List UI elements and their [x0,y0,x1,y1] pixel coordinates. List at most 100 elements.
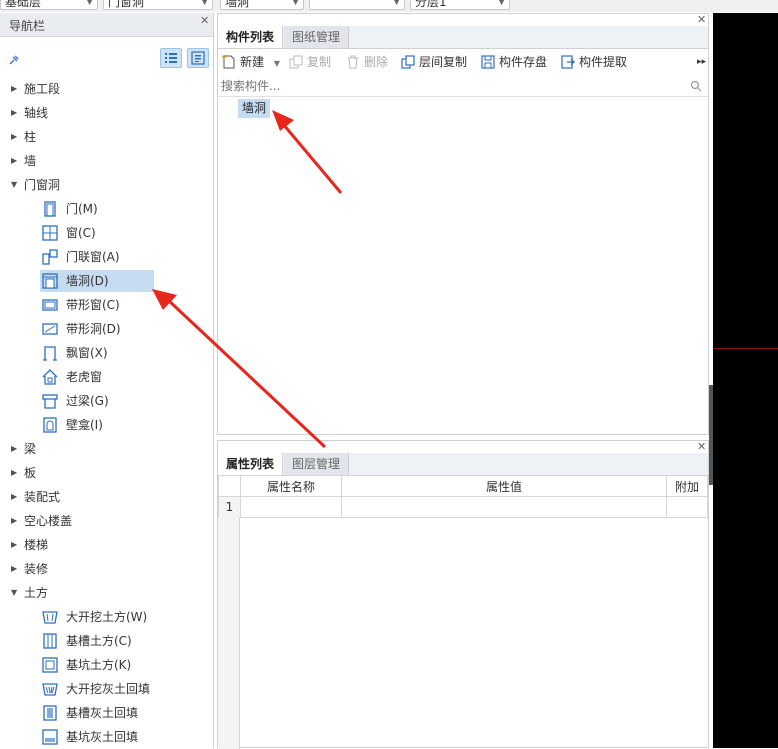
tree-item-axis[interactable]: ▶ 轴线 [0,102,213,124]
tree-item-wall[interactable]: ▶ 墙 [0,150,213,172]
extract-icon [561,55,575,69]
tree-item-label: 土方 [24,586,49,600]
tree-item-prefab[interactable]: ▶ 装配式 [0,486,213,508]
column-header-value: 属性值 [341,475,667,497]
component-list-item[interactable]: 墙洞 [238,99,271,118]
type-select[interactable]: 墙洞 ▼ [220,0,304,10]
expand-arrow-icon[interactable]: ▶ [11,510,17,532]
tab-drawing-management[interactable]: 图纸管理 [284,26,350,48]
category-select-value: 门窗洞 [108,0,145,9]
expand-arrow-icon[interactable]: ▶ [11,102,17,124]
tree-item-window[interactable]: 窗(C) [0,222,213,244]
drawing-canvas[interactable] [713,13,778,748]
save-component-button[interactable]: 构件存盘 [481,51,547,73]
floor-copy-button[interactable]: 层间复制 [401,51,467,73]
tree-item-decoration[interactable]: ▶ 装修 [0,558,213,580]
tab-component-list[interactable]: 构件列表 [218,26,284,48]
tree-item-dormer-window[interactable]: 老虎窗 [0,366,213,388]
close-icon[interactable]: ✕ [200,14,209,27]
collapse-arrow-icon[interactable]: ▼ [11,174,17,196]
property-name-cell[interactable] [240,496,342,518]
collapse-arrow-icon[interactable]: ▼ [11,582,17,604]
trench-backfill-icon [43,705,57,721]
expand-arrow-icon[interactable]: ▶ [11,558,17,580]
list-view-button[interactable] [160,48,182,68]
pin-icon[interactable] [8,54,20,66]
row-header-column [218,517,240,749]
tree-item-hollow-floor[interactable]: ▶ 空心楼盖 [0,510,213,532]
search-icon[interactable] [690,80,702,92]
property-table-header: 属性名称 属性值 附加 [218,475,708,497]
tree-item-beam[interactable]: ▶ 梁 [0,438,213,460]
new-button[interactable]: 新建 ▼ [222,51,280,73]
property-value-cell[interactable] [341,496,667,518]
tree-item-door-window[interactable]: 门联窗(A) [0,246,213,268]
extract-component-button[interactable]: 构件提取 [561,51,627,73]
tab-layer-management[interactable]: 图层管理 [284,453,350,475]
detail-view-icon [191,51,205,65]
tree-item-niche[interactable]: 壁龛(I) [0,414,213,436]
copy-button[interactable]: 复制 [289,51,331,73]
tree-item-strip-window[interactable]: 带形窗(C) [0,294,213,316]
panel-splitter-handle[interactable] [709,385,713,485]
chevron-down-icon[interactable]: ▼ [274,59,280,68]
expand-arrow-icon[interactable]: ▶ [11,78,17,100]
tree-item-stairs[interactable]: ▶ 楼梯 [0,534,213,556]
tree-item-openings[interactable]: ▼ 门窗洞 [0,174,213,196]
tree-item-excavation[interactable]: 大开挖土方(W) [0,606,213,628]
tree-item-trench-backfill[interactable]: 基槽灰土回填 [0,702,213,724]
property-extra-cell[interactable] [666,496,708,518]
tree-item-label: 基槽土方(C) [66,634,132,648]
component-list-panel: ✕ 构件列表 图纸管理 新建 ▼ 复制 删除 层间复制 构件存盘 构件提取 ▸▸… [217,13,709,435]
niche-icon [43,417,57,433]
tree-item-wall-opening[interactable]: 墙洞(D) [0,270,213,292]
component-search-input[interactable] [221,78,681,94]
tree-item-label: 门联窗(A) [66,250,120,264]
expand-arrow-icon[interactable]: ▶ [11,486,17,508]
property-tab-strip: 属性列表 图层管理 [218,453,708,476]
close-icon[interactable]: ✕ [697,440,706,453]
expand-arrow-icon[interactable]: ▶ [11,534,17,556]
lintel-icon [42,394,58,409]
tree-item-earthwork[interactable]: ▼ 土方 [0,582,213,604]
tab-property-list[interactable]: 属性列表 [218,453,284,475]
tree-item-excavation-backfill[interactable]: 大开挖灰土回填 [0,678,213,700]
floor-select[interactable]: 基础层 ▼ [0,0,98,10]
tree-item-label: 基坑灰土回填 [66,730,139,744]
tree-item-strip-opening[interactable]: 带形洞(D) [0,318,213,340]
tree-item-column[interactable]: ▶ 柱 [0,126,213,148]
tree-item-label: 梁 [24,442,37,456]
tree-item-pit-backfill[interactable]: 基坑灰土回填 [0,726,213,748]
expand-arrow-icon[interactable]: ▶ [11,462,17,484]
copy-icon [289,55,303,69]
property-table: 属性名称 属性值 附加 1 [218,475,708,518]
table-row[interactable]: 1 [218,496,708,518]
tree-item-pit[interactable]: 基坑土方(K) [0,654,213,676]
excavation-backfill-icon [42,683,58,696]
close-icon[interactable]: ✕ [697,13,706,26]
expand-arrow-icon[interactable]: ▶ [11,126,17,148]
detail-view-button[interactable] [187,48,209,68]
tree-item-door[interactable]: 门(M) [0,198,213,220]
door-icon [44,201,56,217]
canvas-axis-line [713,348,778,349]
type-select-value: 墙洞 [225,0,250,9]
top-toolbar: 基础层 ▼ 门窗洞 ▼ 墙洞 ▼ ▼ 分层1 ▼ [0,0,778,12]
tree-item-slab[interactable]: ▶ 板 [0,462,213,484]
tree-item-construction-section[interactable]: ▶ 施工段 [0,78,213,100]
trash-icon [348,55,358,69]
component-toolbar: 新建 ▼ 复制 删除 层间复制 构件存盘 构件提取 ▸▸ [218,51,708,73]
tree-item-trench[interactable]: 基槽土方(C) [0,630,213,652]
expand-arrow-icon[interactable]: ▶ [11,438,17,460]
layer-select[interactable]: 分层1 ▼ [410,0,510,10]
pit-backfill-icon [42,729,58,745]
category-select[interactable]: 门窗洞 ▼ [103,0,213,10]
tree-item-lintel[interactable]: 过梁(G) [0,390,213,412]
component-select[interactable]: ▼ [309,0,405,10]
save-icon [481,55,495,69]
more-tools-icon[interactable]: ▸▸ [697,51,706,73]
tree-item-bay-window[interactable]: 飘窗(X) [0,342,213,364]
copy-button-label: 复制 [307,55,332,69]
delete-button[interactable]: 删除 [346,51,388,73]
expand-arrow-icon[interactable]: ▶ [11,150,17,172]
